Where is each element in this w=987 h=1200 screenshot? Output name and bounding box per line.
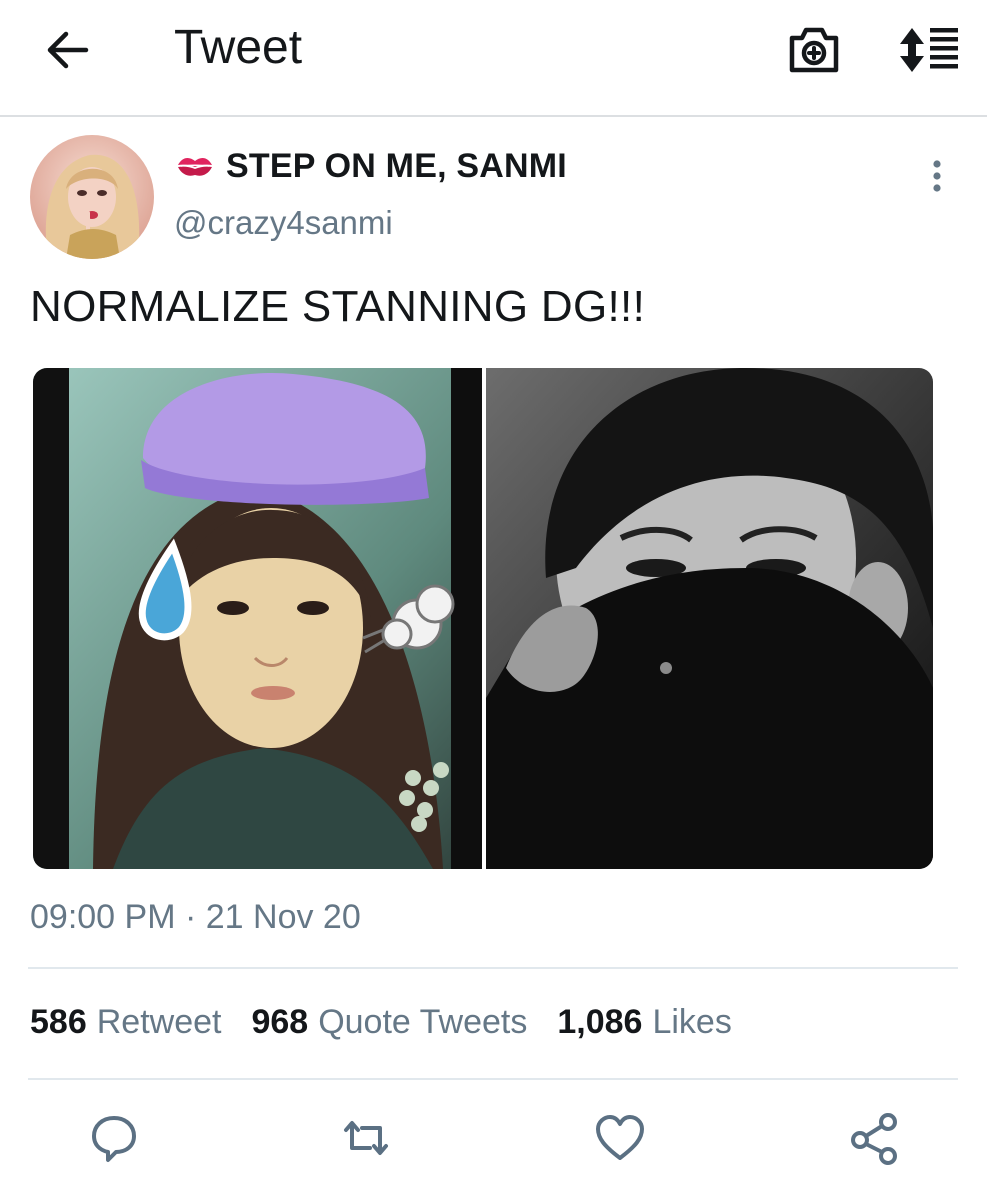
reply-button[interactable]: [86, 1110, 142, 1166]
more-vertical-icon: [933, 160, 941, 192]
quote-tweets-count[interactable]: 968 Quote Tweets: [251, 1003, 527, 1042]
divider: [28, 1078, 958, 1080]
tweet-timestamp[interactable]: 09:00 PM · 21 Nov 20: [30, 898, 361, 937]
top-bar: Tweet: [0, 0, 987, 117]
arrow-left-icon: [47, 31, 89, 69]
user-handle[interactable]: @crazy4sanmi: [174, 204, 393, 242]
reply-icon: [92, 1116, 136, 1162]
display-name[interactable]: STEP ON ME, SANMI: [226, 147, 567, 186]
sort-list-icon: [900, 28, 958, 72]
media-photo-right[interactable]: [486, 368, 933, 869]
media-photo-left[interactable]: [33, 368, 482, 869]
retweet-button[interactable]: [338, 1110, 394, 1166]
display-name-row: STEP ON ME, SANMI: [176, 144, 567, 188]
share-button[interactable]: [846, 1110, 902, 1166]
back-button[interactable]: [40, 22, 96, 78]
retweet-icon: [344, 1121, 388, 1155]
like-button[interactable]: [592, 1110, 648, 1166]
camera-plus-icon: [789, 27, 839, 73]
page-title: Tweet: [174, 21, 303, 74]
more-options-button[interactable]: [920, 158, 954, 198]
divider: [28, 967, 958, 969]
like-icon: [596, 1115, 644, 1160]
retweet-count[interactable]: 586 Retweet: [30, 1003, 221, 1042]
tweet-media[interactable]: [33, 368, 933, 869]
sort-button[interactable]: [896, 24, 962, 76]
likes-count[interactable]: 1,086 Likes: [557, 1003, 731, 1042]
camera-button[interactable]: [786, 24, 842, 76]
avatar[interactable]: [30, 135, 154, 259]
share-icon: [851, 1113, 897, 1165]
kiss-mark-icon: [178, 157, 212, 176]
tweet-text: NORMALIZE STANNING DG!!!: [30, 282, 646, 331]
tweet-stats: 586 Retweet 968 Quote Tweets 1,086 Likes: [30, 1003, 762, 1042]
